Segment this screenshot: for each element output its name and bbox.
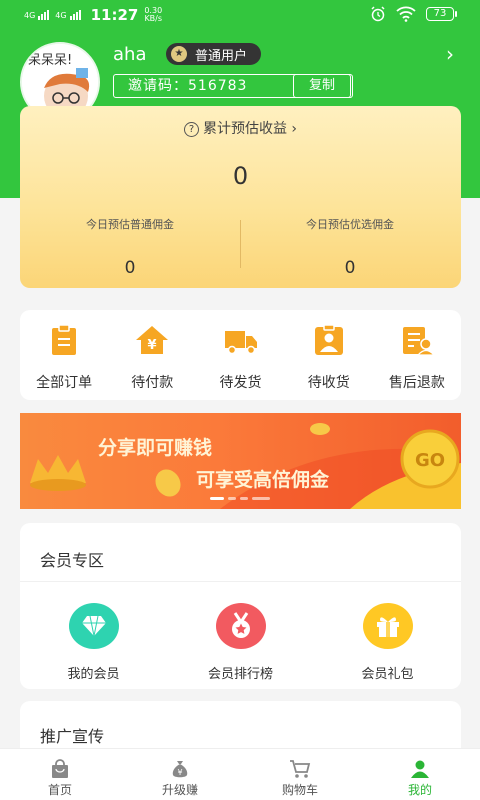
medal-icon (215, 603, 266, 649)
today-selected-commission: 今日预估优选佣金 0 (240, 216, 460, 278)
carousel-dot (228, 497, 236, 500)
user-icon (411, 760, 429, 778)
clock-time: 11:27 (90, 6, 139, 24)
order-label: 售后退款 (388, 375, 445, 391)
earnings-title: 累计预估收益 (202, 121, 287, 137)
shopping-bag-icon (52, 759, 68, 778)
order-refund-button[interactable]: 售后退款 (373, 310, 461, 400)
member-zone-title: 会员专区 (40, 551, 105, 570)
tab-home[interactable]: 首页 (0, 749, 120, 800)
member-label: 会员礼包 (361, 667, 414, 682)
invite-label: 邀请码： (128, 78, 188, 94)
tab-label: 升级赚 (161, 783, 198, 797)
truck-icon (224, 331, 257, 355)
clipboard-icon (52, 324, 77, 355)
avatar-text: 呆呆呆! (28, 53, 72, 68)
gift-icon (362, 603, 413, 649)
cart-icon (290, 760, 311, 778)
yen-house-icon: ¥ (136, 326, 169, 354)
alarm-icon (371, 6, 385, 22)
member-ranking-button[interactable]: 会员排行榜 (167, 603, 314, 682)
banner-line2: 可享受高倍佣金 (196, 469, 330, 491)
banner-coin-text: GO (415, 450, 445, 471)
carousel-dot (252, 497, 270, 500)
today-normal-value: 0 (124, 258, 136, 278)
banner-art: GO (30, 423, 461, 509)
member-zone-card: 会员专区 我的会员 会员排行榜 会员礼包 (20, 523, 461, 689)
star-icon: ★ (171, 46, 187, 62)
today-normal-label: 今日预估普通佣金 (86, 218, 174, 231)
svg-text:¥: ¥ (148, 338, 157, 353)
order-all-button[interactable]: 全部订单 (20, 310, 108, 400)
order-unshipped-button[interactable]: 待发货 (196, 310, 284, 400)
tab-bar: 首页 ¥ 升级赚 购物车 我的 (0, 748, 480, 800)
divider (20, 581, 461, 582)
status-bar: 4G 4G 11:27 0.30 KB/s 73 (0, 0, 480, 30)
order-unpaid-button[interactable]: ¥ 待付款 (108, 310, 196, 400)
chevron-right-icon[interactable]: › (446, 42, 454, 66)
refund-doc-icon (402, 327, 436, 356)
invite-code: 516783 (188, 78, 248, 94)
member-gift-button[interactable]: 会员礼包 (314, 603, 461, 682)
order-label: 全部订单 (36, 375, 93, 391)
member-label: 会员排行榜 (207, 667, 273, 682)
earnings-title-link[interactable]: ? 累计预估收益 › (20, 118, 461, 138)
tab-label: 购物车 (281, 783, 318, 797)
receive-user-icon (314, 324, 343, 355)
signal-icon-2: 4G (55, 10, 81, 20)
svg-text:¥: ¥ (177, 768, 182, 777)
level-badge: ★ 普通用户 (166, 43, 262, 65)
signal-icon: 4G (24, 10, 50, 20)
order-label: 待收货 (307, 375, 350, 391)
my-membership-button[interactable]: 我的会员 (20, 603, 167, 682)
tab-cart[interactable]: 购物车 (240, 749, 360, 800)
carousel-dot-active (210, 497, 224, 500)
tab-mine[interactable]: 我的 (360, 749, 480, 800)
carousel-dot (240, 497, 248, 500)
chevron-right-icon: › (291, 121, 298, 137)
order-receiving-button[interactable]: 待收货 (285, 310, 373, 400)
today-selected-label: 今日预估优选佣金 (306, 218, 394, 231)
order-label: 待发货 (219, 375, 262, 391)
order-label: 待付款 (131, 375, 174, 391)
wifi-icon (396, 6, 416, 22)
tab-label: 我的 (407, 783, 432, 797)
today-selected-value: 0 (344, 258, 356, 278)
battery-icon: 73 (426, 7, 457, 21)
help-icon: ? (183, 122, 199, 137)
level-label: 普通用户 (195, 48, 248, 64)
network-speed: 0.30 KB/s (144, 6, 163, 23)
username: aha (113, 44, 147, 65)
earnings-card: ? 累计预估收益 › 0 今日预估普通佣金 0 今日预估优选佣金 0 (20, 106, 461, 288)
copy-button[interactable]: 复制 (293, 74, 351, 98)
promo-banner[interactable]: GO 分享即可赚钱 可享受高倍佣金 (20, 413, 461, 509)
today-normal-commission: 今日预估普通佣金 0 (20, 216, 240, 278)
carousel-dots (210, 497, 270, 500)
member-label: 我的会员 (67, 667, 120, 682)
orders-card: 全部订单 ¥ 待付款 待发货 待收货 售后退款 (20, 310, 461, 400)
promotion-title: 推广宣传 (40, 727, 105, 746)
diamond-icon (68, 603, 119, 649)
banner-line1: 分享即可赚钱 (98, 437, 213, 459)
money-bag-icon: ¥ (172, 761, 188, 778)
tab-label: 首页 (47, 783, 72, 797)
earnings-total: 0 (232, 162, 249, 190)
tab-upgrade[interactable]: ¥ 升级赚 (120, 749, 240, 800)
